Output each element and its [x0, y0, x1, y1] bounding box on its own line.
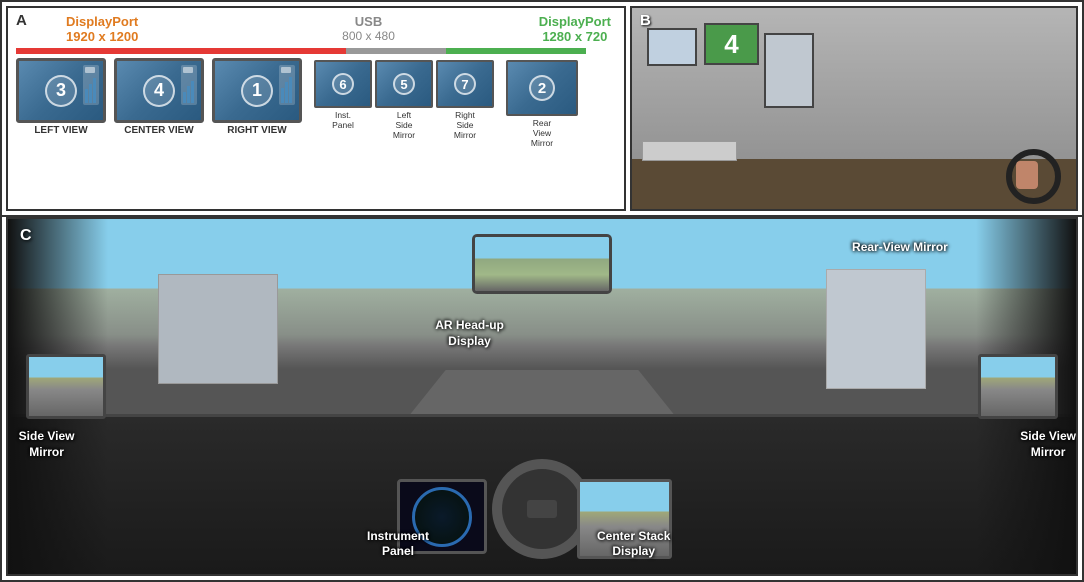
monitor-3-block: 3 LEFT VIEW [16, 58, 106, 136]
panel-a-label: A [16, 12, 27, 29]
panel-a: A DisplayPort 1920 x 1200 USB 800 x 480 … [6, 6, 626, 211]
bar [85, 89, 88, 103]
dp-left-name: DisplayPort [66, 14, 138, 29]
bar-green [446, 48, 586, 54]
top-section: A DisplayPort 1920 x 1200 USB 800 x 480 … [2, 2, 1082, 217]
monitor-6-block: 6 Inst.Panel [314, 60, 372, 130]
monitor-2-block: 2 RearViewMirror [506, 60, 578, 149]
dp-left-resolution: 1920 x 1200 [66, 29, 138, 44]
monitor-4-label: CENTER VIEW [124, 125, 193, 136]
keyboard-photo [642, 141, 737, 161]
monitor-3-label: LEFT VIEW [34, 125, 87, 136]
monitor-2-number: 2 [529, 75, 555, 101]
monitor-3: 3 [16, 58, 106, 123]
label-rear-mirror: Rear-View Mirror [852, 240, 948, 256]
monitor-4-number: 4 [143, 75, 175, 107]
icon-dot [183, 67, 193, 73]
label-center-stack: Center StackDisplay [597, 529, 670, 560]
monitor-1: 1 [212, 58, 302, 123]
panel-c-label: C [20, 227, 32, 245]
bar [93, 78, 96, 103]
bar [289, 77, 292, 103]
right-mirror-view [981, 357, 1055, 416]
dp-right-resolution: 1280 x 720 [542, 29, 607, 44]
monitor-7-label: RightSideMirror [454, 110, 476, 141]
monitor-left-photo [647, 28, 697, 66]
bar-gray [346, 48, 446, 54]
monitor-5: 5 [375, 60, 433, 108]
bar [89, 84, 92, 103]
monitor-1-label: RIGHT VIEW [227, 125, 286, 136]
monitor-2: 2 [506, 60, 578, 116]
display-labels: DisplayPort 1920 x 1200 USB 800 x 480 Di… [36, 14, 616, 46]
monitor-3-panel [83, 65, 99, 105]
color-bars [16, 48, 616, 56]
bar [285, 82, 288, 103]
panel-b-label: B [640, 12, 651, 29]
bar [191, 81, 194, 103]
rear-mirror-view [475, 237, 609, 291]
monitor-right-photo: 4 [704, 23, 759, 65]
displayport-right-info: DisplayPort 1280 x 720 [539, 14, 611, 44]
label-side-mirror-right: Side ViewMirror [1020, 429, 1076, 460]
bars-group [85, 75, 97, 103]
side-mirror-right-screen [978, 354, 1058, 419]
photo-sim-b: 4 [632, 8, 1076, 209]
monitor-5-block: 5 LeftSideMirror [375, 60, 433, 141]
rear-view-mirror [472, 234, 612, 294]
icon-dot [85, 67, 95, 73]
left-mirror-view [29, 357, 103, 416]
monitor-2-label: RearViewMirror [531, 118, 553, 149]
bar [183, 92, 186, 103]
icon-dot [281, 67, 291, 73]
monitor-6-number: 6 [332, 73, 354, 95]
monitor-1-number: 1 [241, 75, 273, 107]
displays-row: 3 LEFT VIEW [16, 58, 616, 149]
monitor-4-block: 4 CENTER VIEW [114, 58, 204, 136]
hand-photo [1016, 161, 1038, 189]
monitor-3-number: 3 [45, 75, 77, 107]
monitor-tall-photo [764, 33, 814, 108]
dp-right-name: DisplayPort [539, 14, 611, 29]
monitor-7-number: 7 [454, 73, 476, 95]
building-left [158, 274, 278, 384]
main-container: A DisplayPort 1920 x 1200 USB 800 x 480 … [0, 0, 1084, 582]
usb-info: USB 800 x 480 [342, 14, 395, 43]
side-mirror-left-screen [26, 354, 106, 419]
building-right [826, 269, 926, 389]
monitor-6: 6 [314, 60, 372, 108]
sim-interior: AR Head-upDisplay Rear-View Mirror Side … [8, 219, 1076, 574]
small-monitors-group: 6 Inst.Panel 5 LeftSideMirror [314, 60, 494, 141]
label-instrument-panel: InstrumentPanel [367, 529, 429, 560]
monitor-4-panel [181, 65, 197, 105]
monitor-5-label: LeftSideMirror [393, 110, 415, 141]
bar-red [16, 48, 346, 54]
bars-group [281, 75, 293, 103]
monitor-6-label: Inst.Panel [332, 110, 354, 130]
panel-c: C [6, 217, 1078, 576]
monitor-1-block: 1 RIGHT VIEW [212, 58, 302, 136]
bar [187, 86, 190, 103]
monitor-5-number: 5 [393, 73, 415, 95]
monitor-7: 7 [436, 60, 494, 108]
panel-b: B 4 [630, 6, 1078, 211]
usb-name: USB [355, 14, 382, 29]
label-side-mirror-left: Side ViewMirror [19, 429, 75, 460]
bars-group [183, 75, 195, 103]
monitor-7-block: 7 RightSideMirror [436, 60, 494, 141]
displayport-left-info: DisplayPort 1920 x 1200 [66, 14, 138, 44]
label-ar-hud: AR Head-upDisplay [435, 318, 504, 349]
monitor-1-panel [279, 65, 295, 105]
monitor-4: 4 [114, 58, 204, 123]
usb-resolution: 800 x 480 [342, 29, 395, 43]
bar [281, 88, 284, 103]
